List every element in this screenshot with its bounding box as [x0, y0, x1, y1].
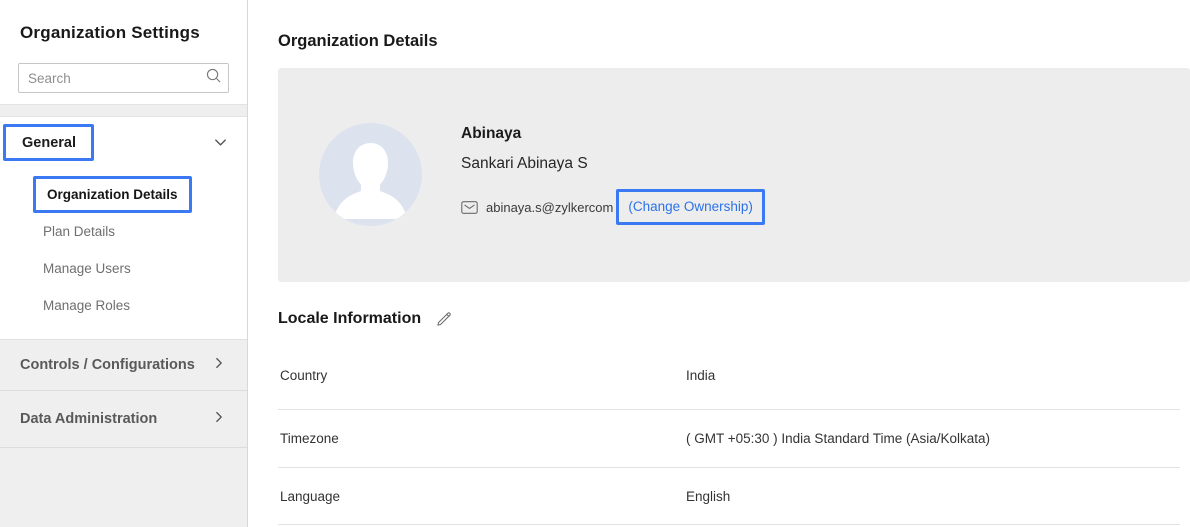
avatar [319, 123, 422, 226]
table-row: Timezone ( GMT +05:30 ) India Standard T… [278, 410, 1180, 468]
general-label: General [3, 124, 94, 161]
table-row: Language English [278, 468, 1180, 525]
sidebar-divider-strip [0, 104, 247, 117]
organization-settings-page: Organization Settings General Organizati… [0, 0, 1190, 527]
search-input[interactable] [28, 71, 205, 86]
row-label: Language [278, 489, 686, 504]
page-title: Organization Details [278, 32, 438, 51]
owner-email-row: abinaya.s@zylkercom (Change Ownership) [461, 189, 765, 225]
edit-pencil-icon[interactable] [435, 310, 453, 328]
chevron-right-icon [212, 410, 226, 428]
sidebar-title: Organization Settings [20, 23, 200, 43]
sidebar-item-label: Manage Roles [43, 298, 130, 313]
table-row: Country India [278, 342, 1180, 410]
sidebar-item-plan-details[interactable]: Plan Details [0, 213, 247, 250]
sidebar-section-general[interactable]: General [0, 117, 247, 169]
search-box [18, 63, 229, 93]
general-items-list: Organization Details Plan Details Manage… [0, 176, 247, 324]
owner-name: Abinaya [461, 125, 765, 143]
main-content: Organization Details Abinaya Sankari Abi… [249, 0, 1190, 527]
chevron-down-icon [213, 135, 228, 155]
sidebar-item-organization-details[interactable]: Organization Details [0, 176, 247, 213]
sidebar-item-label: Organization Details [33, 176, 192, 213]
owner-full-name: Sankari Abinaya S [461, 155, 765, 173]
sidebar-item-manage-users[interactable]: Manage Users [0, 250, 247, 287]
sidebar-item-label: Plan Details [43, 224, 115, 239]
sidebar-general-section: General Organization Details Plan Detail… [0, 117, 247, 339]
row-value: India [686, 368, 1180, 383]
sidebar: Organization Settings General Organizati… [0, 0, 248, 527]
section-label: Data Administration [20, 411, 157, 427]
sidebar-section-controls-configurations[interactable]: Controls / Configurations [0, 340, 247, 391]
sidebar-item-manage-roles[interactable]: Manage Roles [0, 287, 247, 324]
row-label: Country [278, 368, 686, 383]
row-label: Timezone [278, 431, 686, 446]
sidebar-collapsed-sections: Controls / Configurations Data Administr… [0, 339, 247, 527]
email-icon [461, 201, 478, 214]
sidebar-item-label: Manage Users [43, 261, 131, 276]
chevron-right-icon [212, 356, 226, 374]
section-label: Controls / Configurations [20, 357, 195, 373]
change-ownership-highlight: (Change Ownership) [616, 189, 765, 225]
row-value: English [686, 489, 1180, 504]
owner-email: abinaya.s@zylkercom [486, 200, 613, 215]
search-icon [205, 67, 222, 89]
locale-information-title: Locale Information [278, 310, 421, 328]
locale-information-table: Country India Timezone ( GMT +05:30 ) In… [278, 342, 1180, 525]
row-value: ( GMT +05:30 ) India Standard Time (Asia… [686, 431, 1180, 446]
sidebar-section-data-administration[interactable]: Data Administration [0, 391, 247, 448]
org-owner-card: Abinaya Sankari Abinaya S abinaya.s@zylk… [278, 68, 1190, 282]
locale-information-header: Locale Information [278, 310, 453, 328]
owner-info: Abinaya Sankari Abinaya S abinaya.s@zylk… [461, 125, 765, 225]
change-ownership-link[interactable]: (Change Ownership) [628, 199, 753, 214]
